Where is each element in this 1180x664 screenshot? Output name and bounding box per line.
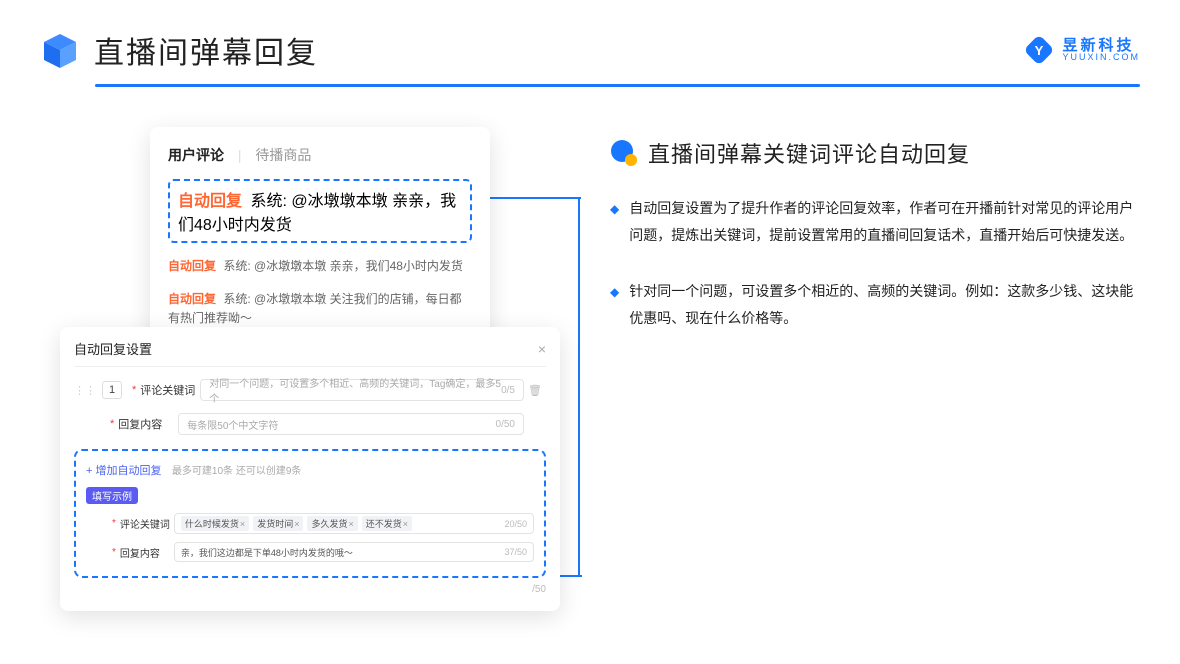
bottom-counter: /50: [74, 584, 546, 595]
example-reply-text: 亲，我们这边都是下单48小时内发货的哦～: [181, 546, 353, 559]
brand: Y 昱新科技 YUUXIN.COM: [1024, 35, 1140, 65]
keyword-tag[interactable]: 发货时间: [253, 516, 303, 531]
comment-item: 自动回复 系统: @冰墩墩本墩 亲亲，我们48小时内发货: [168, 257, 472, 276]
close-icon[interactable]: ×: [538, 341, 546, 357]
cube-icon: [40, 30, 80, 70]
brand-name-cn: 昱新科技: [1062, 38, 1140, 53]
highlighted-comment: 自动回复 系统: @冰墩墩本墩 亲亲，我们48小时内发货: [168, 179, 472, 243]
input-placeholder: 对同一个问题，可设置多个相近、高频的关键词，Tag确定，最多5个: [209, 375, 501, 405]
brand-name-en: YUUXIN.COM: [1062, 53, 1140, 62]
system-label: 系统:: [250, 193, 286, 210]
example-reply-counter: 37/50: [504, 547, 527, 557]
keyword-label: 评论关键词: [140, 382, 200, 398]
required-dot: *: [112, 518, 116, 529]
keyword-tag[interactable]: 多久发货: [307, 516, 357, 531]
auto-reply-tag: 自动回复: [168, 292, 216, 306]
drag-handle-icon[interactable]: ⋮⋮: [74, 384, 96, 397]
tab-separator: |: [238, 147, 242, 163]
keyword-counter: 0/5: [501, 385, 515, 396]
keyword-row: ⋮⋮ 1 * 评论关键词 对同一个问题，可设置多个相近、高频的关键词，Tag确定…: [74, 379, 546, 401]
auto-reply-tag: 自动回复: [168, 259, 216, 273]
reply-counter: 0/50: [496, 419, 515, 430]
connector-line: [560, 575, 582, 577]
system-label: 系统:: [223, 259, 250, 273]
example-section: + 增加自动回复 最多可建10条 还可以创建9条 填写示例 * 评论关键词 什么…: [74, 449, 546, 578]
required-dot: *: [112, 547, 116, 558]
keyword-tag[interactable]: 什么时候发货: [181, 516, 249, 531]
example-reply-label: 回复内容: [120, 545, 174, 560]
keyword-tag[interactable]: 还不发货: [362, 516, 412, 531]
description-panel: 直播间弹幕关键词评论自动回复 ◆ 自动回复设置为了提升作者的评论回复效率，作者可…: [610, 127, 1140, 361]
comment-text: @冰墩墩本墩 亲亲，我们48小时内发货: [254, 259, 463, 273]
chat-bubble-icon: [610, 139, 638, 167]
auto-reply-tag: 自动回复: [178, 193, 242, 210]
page-header: 直播间弹幕回复 Y 昱新科技 YUUXIN.COM: [0, 0, 1180, 84]
bullet-item: ◆ 自动回复设置为了提升作者的评论回复效率，作者可在开播前针对常见的评论用户问题…: [610, 195, 1140, 248]
example-reply-input[interactable]: 亲，我们这边都是下单48小时内发货的哦～ 37/50: [174, 542, 534, 562]
keyword-input[interactable]: 对同一个问题，可设置多个相近、高频的关键词，Tag确定，最多5个 0/5: [200, 379, 524, 401]
diamond-bullet-icon: ◆: [610, 281, 619, 334]
example-badge: 填写示例: [86, 487, 138, 504]
add-hint: 最多可建10条 还可以创建9条: [172, 466, 301, 477]
svg-text:Y: Y: [1035, 43, 1044, 58]
example-keyword-row: * 评论关键词 什么时候发货 发货时间 多久发货 还不发货 20/50: [86, 513, 534, 534]
reply-input[interactable]: 每条限50个中文字符 0/50: [178, 413, 524, 435]
example-keyword-input[interactable]: 什么时候发货 发货时间 多久发货 还不发货 20/50: [174, 513, 534, 534]
tab-pending-goods[interactable]: 待播商品: [255, 147, 311, 163]
brand-logo-icon: Y: [1024, 35, 1054, 65]
required-dot: *: [110, 418, 114, 430]
comments-tabs: 用户评论 | 待播商品: [168, 145, 472, 165]
order-number[interactable]: 1: [102, 381, 122, 399]
required-dot: *: [132, 384, 136, 396]
system-label: 系统:: [223, 292, 250, 306]
auto-reply-settings-card: 自动回复设置 × ⋮⋮ 1 * 评论关键词 对同一个问题，可设置多个相近、高频的…: [60, 327, 560, 611]
tab-user-comments[interactable]: 用户评论: [168, 147, 224, 163]
input-placeholder: 每条限50个中文字符: [187, 417, 278, 432]
diamond-bullet-icon: ◆: [610, 198, 619, 251]
settings-title: 自动回复设置: [74, 339, 152, 358]
example-keyword-counter: 20/50: [504, 519, 527, 529]
comments-card: 用户评论 | 待播商品 自动回复 系统: @冰墩墩本墩 亲亲，我们48小时内发货…: [150, 127, 490, 351]
section-title: 直播间弹幕关键词评论自动回复: [648, 137, 970, 169]
delete-icon[interactable]: 🗑: [524, 384, 546, 397]
reply-label: 回复内容: [118, 416, 178, 432]
bullet-text: 自动回复设置为了提升作者的评论回复效率，作者可在开播前针对常见的评论用户问题，提…: [629, 195, 1140, 248]
bullet-text: 针对同一个问题，可设置多个相近的、高频的关键词。例如：这款多少钱、这块能优惠吗、…: [629, 278, 1140, 331]
example-keyword-label: 评论关键词: [120, 516, 174, 531]
add-auto-reply-link[interactable]: + 增加自动回复: [86, 465, 161, 477]
comment-item: 自动回复 系统: @冰墩墩本墩 关注我们的店铺，每日都有热门推荐呦～: [168, 290, 472, 328]
reply-row: * 回复内容 每条限50个中文字符 0/50: [74, 413, 546, 435]
example-reply-row: * 回复内容 亲，我们这边都是下单48小时内发货的哦～ 37/50: [86, 542, 534, 562]
bullet-item: ◆ 针对同一个问题，可设置多个相近的、高频的关键词。例如：这款多少钱、这块能优惠…: [610, 278, 1140, 331]
page-title: 直播间弹幕回复: [94, 28, 318, 72]
